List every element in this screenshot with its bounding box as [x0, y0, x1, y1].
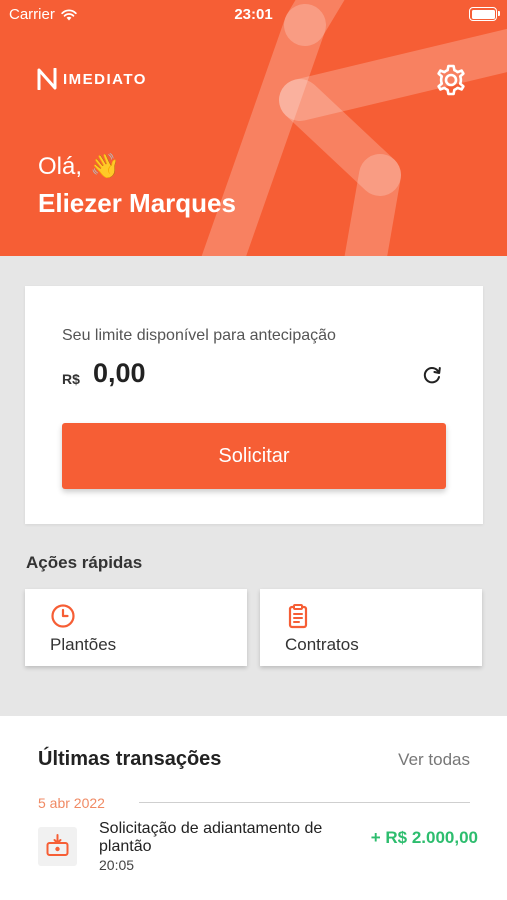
status-time: 23:01 [234, 6, 273, 23]
transaction-row[interactable]: Solicitação de adiantamento de plantão 2… [38, 820, 478, 876]
limit-label: Seu limite disponível para antecipação [62, 327, 336, 344]
waving-hand-icon: 👋 [90, 153, 120, 180]
imediato-logo-icon [37, 68, 57, 90]
transaction-description: Solicitação de adiantamento de plantão [99, 820, 323, 855]
solicitar-button[interactable]: Solicitar [62, 423, 446, 489]
date-divider [139, 802, 470, 803]
transaction-icon-box [38, 827, 77, 866]
logo-text: IMEDIATO [63, 70, 147, 88]
status-bar: Carrier 23:01 [0, 0, 507, 28]
refresh-button[interactable] [421, 364, 443, 386]
greeting-text: Olá, [38, 152, 83, 180]
gear-icon [437, 64, 465, 96]
transactions-panel: Últimas transações Ver todas 5 abr 2022 … [0, 716, 507, 900]
quick-actions-title: Ações rápidas [26, 553, 143, 572]
clock-icon [51, 604, 75, 628]
currency-label: R$ [62, 371, 80, 387]
money-download-icon [46, 834, 69, 856]
refresh-icon [423, 367, 441, 384]
limit-card: Seu limite disponível para antecipação R… [25, 286, 483, 524]
quick-action-plantoes[interactable]: Plantões [25, 589, 247, 666]
see-all-link[interactable]: Ver todas [398, 750, 470, 770]
quick-action-contratos[interactable]: Contratos [260, 589, 482, 666]
transactions-title: Últimas transações [38, 748, 222, 770]
limit-amount: 0,00 [93, 358, 146, 388]
app-logo: IMEDIATO [37, 68, 147, 90]
quick-action-label: Contratos [285, 635, 359, 654]
header: Carrier 23:01 IMEDIATO Olá, 👋 Eliezer Ma… [0, 0, 507, 256]
clipboard-icon [288, 604, 308, 629]
battery-icon [469, 7, 500, 21]
transaction-date: 5 abr 2022 [38, 795, 105, 811]
user-name: Eliezer Marques [38, 188, 236, 218]
quick-action-label: Plantões [50, 635, 117, 654]
greeting: Olá, 👋 [38, 152, 120, 181]
transaction-amount: + R$ 2.000,00 [370, 828, 478, 847]
transaction-time: 20:05 [99, 857, 135, 873]
settings-button[interactable] [434, 63, 468, 97]
